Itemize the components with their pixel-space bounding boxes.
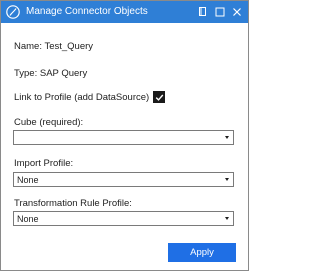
type-label: Type: SAP Query bbox=[14, 68, 88, 79]
import-profile-select[interactable]: None bbox=[13, 172, 234, 187]
chevron-down-icon bbox=[225, 178, 229, 181]
checkmark-icon bbox=[155, 94, 164, 101]
name-label: Name: Test_Query bbox=[14, 41, 94, 52]
link-to-profile-checkbox[interactable] bbox=[153, 91, 165, 103]
cube-select[interactable] bbox=[13, 130, 234, 145]
restore-icon[interactable] bbox=[196, 5, 210, 19]
transformation-rule-profile-value: None bbox=[17, 214, 39, 224]
apply-button[interactable]: Apply bbox=[168, 243, 236, 262]
maximize-icon[interactable] bbox=[213, 5, 227, 19]
close-icon[interactable] bbox=[230, 5, 244, 19]
app-logo-icon bbox=[6, 5, 20, 19]
import-profile-label: Import Profile: bbox=[14, 158, 74, 169]
link-to-profile-label: Link to Profile (add DataSource) bbox=[14, 92, 150, 103]
title-bar: Manage Connector Objects bbox=[1, 1, 248, 23]
transformation-rule-profile-label: Transformation Rule Profile: bbox=[14, 198, 132, 209]
manage-connector-objects-dialog: Manage Connector Objects Name: Test_Quer… bbox=[0, 0, 249, 271]
window-title: Manage Connector Objects bbox=[26, 6, 148, 17]
chevron-down-icon bbox=[225, 217, 229, 220]
transformation-rule-profile-select[interactable]: None bbox=[13, 211, 234, 226]
import-profile-value: None bbox=[17, 175, 39, 185]
cube-label: Cube (required): bbox=[14, 117, 84, 128]
chevron-down-icon bbox=[225, 136, 229, 139]
